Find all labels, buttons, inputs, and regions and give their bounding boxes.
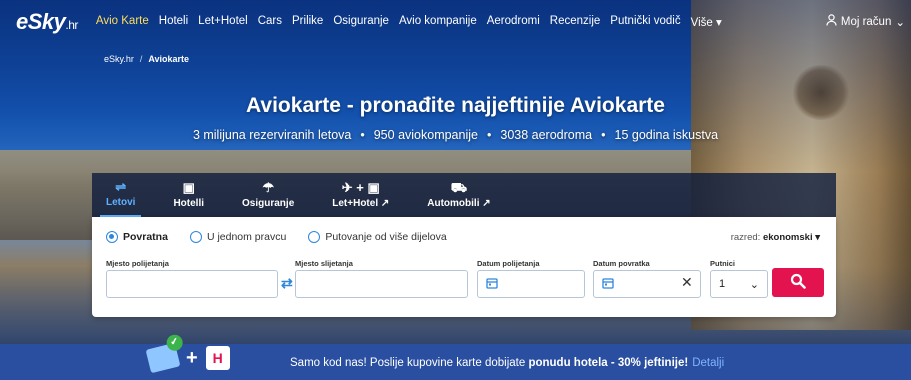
esky-logo[interactable]: eSky.hr xyxy=(16,9,78,35)
user-icon xyxy=(826,14,837,29)
promo-details-link[interactable]: Detalji xyxy=(692,357,724,369)
nav-item-hoteli[interactable]: Hoteli xyxy=(159,15,188,29)
tab-label: Osiguranje xyxy=(242,198,295,209)
breadcrumb-separator: / xyxy=(139,54,143,64)
nav-item-vise-dropdown[interactable]: Više ▾ xyxy=(691,15,722,29)
trip-type-group: Povratna U jednom pravcu Putovanje od vi… xyxy=(106,231,447,243)
tab-label: Letovi xyxy=(106,197,136,208)
breadcrumb-current: Aviokarte xyxy=(148,54,190,64)
radio-povratna[interactable]: Povratna xyxy=(106,231,168,243)
tab-let-hotel[interactable]: ✈ + ▣ Let+Hotel ↗ xyxy=(326,173,395,217)
promo-text-bold: ponudu hotela - 30% jeftinije! xyxy=(528,357,689,369)
passengers-label: Putnici xyxy=(710,259,736,268)
radio-one-way[interactable]: U jednom pravcu xyxy=(189,231,287,243)
nav-item-osiguranje[interactable]: Osiguranje xyxy=(333,15,389,29)
main-menu: Avio Karte Hoteli Let+Hotel Cars Prilike… xyxy=(96,15,722,29)
tab-letovi[interactable]: ⇌ Letovi xyxy=(100,173,142,217)
to-label: Mjesto slijetanja xyxy=(295,259,353,268)
account-label: Moj račun xyxy=(840,15,892,28)
tab-automobili[interactable]: ⛟ Automobili ↗ xyxy=(421,173,496,217)
stat-separator: • xyxy=(486,128,492,142)
page-title: Aviokarte - pronađite najjeftinije Aviok… xyxy=(246,94,665,117)
radio-indicator[interactable] xyxy=(189,231,202,243)
breadcrumb: eSky.hr / Aviokarte xyxy=(104,54,189,64)
ticket-check-icon xyxy=(145,342,181,374)
stat-experience: 15 godina iskustva xyxy=(614,128,719,142)
search-button[interactable] xyxy=(772,268,824,297)
cabin-prefix: razred: xyxy=(730,232,761,243)
nav-item-avio-karte[interactable]: Avio Karte xyxy=(96,15,149,29)
departure-date-field[interactable] xyxy=(477,270,585,298)
calendar-icon xyxy=(486,277,498,292)
radio-multi-city[interactable]: Putovanje od više dijelova xyxy=(308,231,447,243)
tab-label: Let+Hotel ↗ xyxy=(332,198,390,209)
clear-return-date-icon[interactable]: ✕ xyxy=(681,274,693,291)
nav-item-cars[interactable]: Cars xyxy=(258,15,282,29)
nav-item-let-hotel[interactable]: Let+Hotel xyxy=(198,15,248,29)
tab-osiguranje[interactable]: ☂ Osiguranje xyxy=(236,173,300,217)
flight-search-form: Povratna U jednom pravcu Putovanje od vi… xyxy=(92,217,836,317)
hotel-promo-banner: + H Samo kod nas! Poslije kupovine karte… xyxy=(0,342,911,380)
depart-date-label: Datum polijetanja xyxy=(477,259,540,268)
return-date-label: Datum povratka xyxy=(593,259,650,268)
nav-item-putnicki-vodic[interactable]: Putnički vodič xyxy=(610,15,680,29)
promo-text-prefix: Samo kod nas! Poslije kupovine karte dob… xyxy=(290,357,529,369)
chevron-down-icon: ⌄ xyxy=(749,278,759,291)
calendar-icon xyxy=(602,277,614,292)
tab-label: Hotelli xyxy=(173,198,205,209)
radio-label: Putovanje od više dijelova xyxy=(325,231,447,243)
stat-airports: 3038 aerodroma xyxy=(500,128,593,142)
arrival-city-input[interactable] xyxy=(295,270,468,298)
search-icon xyxy=(790,273,806,293)
stat-flights: 3 milijuna rezerviranih letova xyxy=(192,128,352,142)
radio-label: Povratna xyxy=(123,231,168,243)
stat-separator: • xyxy=(360,128,365,142)
tab-label: Automobili ↗ xyxy=(427,198,491,209)
flight-icon: ⇌ xyxy=(115,179,127,194)
stat-separator: • xyxy=(601,128,606,142)
nav-item-recenzije[interactable]: Recenzije xyxy=(550,15,601,29)
cabin-class-select[interactable]: razred: ekonomski ▾ xyxy=(731,232,820,243)
plus-icon: + xyxy=(186,346,198,369)
product-tabs: ⇌ Letovi ▣ Hotelli ☂ Osiguranje ✈ + ▣ Le… xyxy=(92,173,836,217)
car-icon: ⛟ xyxy=(450,180,468,195)
hero-stats: 3 milijuna rezerviranih letova • 950 aviok… xyxy=(0,128,911,142)
promo-icons: + H xyxy=(145,342,230,374)
passengers-select[interactable]: 1 ⌄ xyxy=(710,270,768,298)
umbrella-icon: ☂ xyxy=(262,180,274,195)
cabin-value: ekonomski ▾ xyxy=(762,232,820,243)
stat-airlines: 950 aviokompanije xyxy=(373,128,478,142)
radio-indicator[interactable] xyxy=(106,231,118,243)
promo-text: Samo kod nas! Poslije kupovine karte dob… xyxy=(290,357,724,369)
breadcrumb-home[interactable]: eSky.hr xyxy=(104,54,134,64)
flight-hotel-icon: ✈ + ▣ xyxy=(341,180,380,195)
nav-item-aerodromi[interactable]: Aerodromi xyxy=(487,15,540,29)
radio-label: U jednom pravcu xyxy=(206,231,287,243)
passengers-value: 1 xyxy=(719,278,726,290)
nav-item-prilike[interactable]: Prilike xyxy=(292,15,323,29)
top-navigation: eSky.hr Avio Karte Hoteli Let+Hotel Cars… xyxy=(0,0,911,44)
swap-cities-icon[interactable]: ⇄ xyxy=(281,275,293,292)
tab-hotelli[interactable]: ▣ Hotelli xyxy=(167,173,210,217)
account-menu[interactable]: Moj račun ⌄ xyxy=(826,14,905,29)
hotel-icon: H xyxy=(205,346,230,370)
chevron-down-icon: ⌄ xyxy=(895,16,905,29)
nav-item-avio-kompanije[interactable]: Avio kompanije xyxy=(399,15,477,29)
from-label: Mjesto polijetanja xyxy=(106,259,169,268)
departure-city-input[interactable] xyxy=(106,270,278,298)
radio-indicator[interactable] xyxy=(308,231,321,243)
hotel-icon: ▣ xyxy=(182,180,195,195)
